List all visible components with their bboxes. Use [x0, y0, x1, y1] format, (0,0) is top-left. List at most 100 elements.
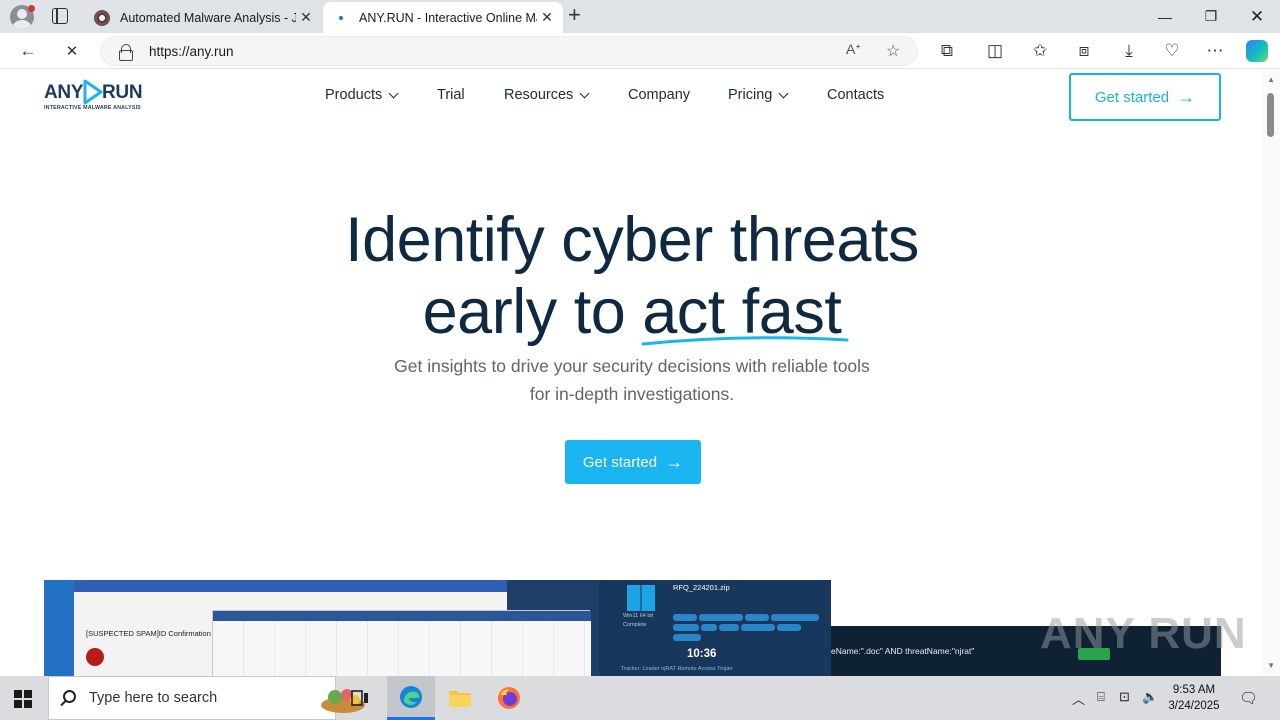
new-tab-plus-icon[interactable]: + [568, 4, 581, 26]
chevron-down-icon [388, 88, 399, 98]
restore-icon[interactable]: ❐ [1188, 0, 1234, 33]
preview-status: Complete [623, 622, 647, 628]
logo-text-right: RUN [102, 82, 143, 103]
scrollbar-thumb[interactable] [1267, 93, 1274, 137]
favorite-star-icon[interactable]: ☆ [886, 41, 900, 61]
close-tab-icon[interactable]: ✕ [296, 9, 316, 26]
windows-start-icon[interactable] [14, 690, 32, 708]
preview-tag [701, 624, 717, 631]
windows-logo-icon [627, 585, 655, 611]
nav-label: Resources [504, 87, 574, 103]
preview-sidebar [44, 580, 74, 676]
device-icon[interactable]: ⌸ [1097, 689, 1105, 705]
preview-titlebar [74, 580, 507, 592]
preview-os: Win11 64 bit Complete [623, 612, 653, 630]
arrow-right-icon: → [665, 452, 684, 472]
favorites-icon[interactable]: ✩ [1028, 39, 1052, 63]
preview-query: eName:".doc" AND threatName:"njrat" [831, 646, 975, 656]
preview-tag [745, 614, 769, 621]
nav-company[interactable]: Company [628, 87, 690, 103]
nav-label: Company [628, 87, 691, 103]
copilot-icon[interactable] [1246, 40, 1268, 62]
tab-any-run[interactable]: ANY.RUN - Interactive Online Ma ✕ [323, 2, 563, 33]
scroll-down-icon[interactable]: ▼ [1267, 661, 1275, 670]
nav-contacts[interactable]: Contacts [827, 87, 884, 103]
firefox-icon[interactable] [485, 676, 533, 720]
hero-get-started-button[interactable]: Get started → [565, 440, 701, 484]
edge-taskbar-icon[interactable] [387, 676, 435, 720]
preview-sender-avatar [86, 648, 104, 666]
preview-tag [699, 614, 743, 621]
page-scrollbar[interactable]: ▲ ▼ [1262, 69, 1280, 676]
preview-os-label: Win11 64 bit [623, 613, 654, 619]
button-label: Get started [582, 453, 658, 471]
nav-label: Contacts [827, 87, 885, 103]
read-aloud-icon[interactable]: Aᐩ [846, 41, 861, 58]
close-window-icon[interactable]: ✕ [1234, 0, 1280, 33]
url-text[interactable]: https://any.run [149, 44, 234, 59]
preview-tag [771, 614, 819, 621]
tab-title: ANY.RUN - Interactive Online Ma [359, 10, 537, 25]
browser-toolbar: ← ✕ https://any.run Aᐩ ☆ ⧉ ◫ ✩ ⧈ ⤓ ♡ ⋯ [0, 33, 1280, 69]
hero-title-plain: early to [422, 277, 643, 347]
downloads-icon[interactable]: ⤓ [1117, 39, 1141, 63]
close-tab-icon[interactable]: ✕ [537, 9, 557, 26]
preview-word-window [212, 610, 591, 676]
extensions-icon[interactable]: ⧉ [935, 39, 959, 63]
volume-icon[interactable]: 🔈 [1142, 689, 1158, 705]
more-options-icon[interactable]: ⋯ [1203, 39, 1227, 63]
nav-products[interactable]: Products [325, 87, 399, 103]
hero-title-line-1: Identify cyber threats [345, 205, 919, 275]
tab-actions-icon[interactable] [52, 8, 68, 24]
split-screen-icon[interactable]: ◫ [983, 39, 1007, 63]
taskbar-search-box[interactable]: Type here to search [48, 676, 365, 720]
tab-title: Automated Malware Analysis - Jo [120, 10, 296, 25]
hero-subtitle-line-2: for in-depth investigations. [529, 384, 735, 404]
preview-word-titlebar [213, 611, 591, 621]
lock-icon[interactable] [119, 44, 133, 61]
hero-title-line-2: early to act fast [0, 276, 1264, 348]
chevron-down-icon [579, 88, 590, 98]
any-run-logo[interactable]: ANY RUN INTERACTIVE MALWARE ANALYSIS [44, 79, 144, 113]
windows-taskbar: Type here to search ︿ ⌸ ⊡ 🔈 9:53 AM 3/24… [0, 676, 1280, 720]
preview-tag [673, 614, 697, 621]
clock-date: 3/24/2025 [1168, 700, 1220, 712]
task-view-icon[interactable] [336, 676, 384, 720]
arrow-right-icon: → [1177, 87, 1196, 107]
page-viewport: ANY RUN INTERACTIVE MALWARE ANALYSIS Pro… [0, 69, 1280, 676]
address-bar[interactable]: https://any.run Aᐩ ☆ [100, 36, 918, 66]
joe-sandbox-favicon-icon [94, 9, 110, 26]
clock-time: 9:53 AM [1172, 684, 1216, 696]
notification-dot [28, 5, 35, 12]
button-label: Get started [1094, 88, 1170, 106]
network-icon[interactable]: ⊡ [1119, 689, 1130, 705]
preview-tag [673, 624, 699, 631]
notifications-icon[interactable]: 🗨 [1239, 689, 1258, 707]
back-arrow-icon[interactable]: ← [16, 39, 40, 63]
chevron-down-icon [778, 88, 789, 98]
browser-tab-strip: Automated Malware Analysis - Jo ✕ ANY.RU… [0, 0, 1280, 33]
collections-icon[interactable]: ⧈ [1072, 39, 1096, 63]
nav-trial[interactable]: Trial [437, 87, 465, 103]
show-hidden-icons-chevron-icon[interactable]: ︿ [1072, 689, 1085, 708]
nav-label: Trial [437, 87, 465, 103]
stop-loading-icon[interactable]: ✕ [60, 39, 84, 63]
search-icon [63, 690, 76, 703]
nav-resources[interactable]: Resources [504, 87, 590, 103]
hero-subtitle-line-1: Get insights to drive your security deci… [394, 356, 870, 376]
file-explorer-icon[interactable] [436, 676, 484, 720]
header-get-started-button[interactable]: Get started → [1069, 73, 1221, 121]
taskbar-search-placeholder: Type here to search [89, 690, 218, 706]
logo-play-icon [83, 79, 103, 105]
highlight-underline [641, 336, 849, 346]
loading-favicon-icon [333, 10, 349, 26]
nav-label: Products [325, 87, 383, 103]
logo-subtitle: INTERACTIVE MALWARE ANALYSIS [44, 105, 142, 111]
browser-essentials-icon[interactable]: ♡ [1160, 39, 1184, 63]
system-clock[interactable]: 9:53 AM 3/24/2025 [1162, 682, 1226, 714]
tab-joe-sandbox[interactable]: Automated Malware Analysis - Jo ✕ [84, 2, 322, 33]
scroll-up-icon[interactable]: ▲ [1267, 75, 1275, 84]
preview-word-ribbon [213, 621, 591, 676]
nav-pricing[interactable]: Pricing [728, 87, 789, 103]
minimize-icon[interactable]: — [1142, 0, 1188, 33]
